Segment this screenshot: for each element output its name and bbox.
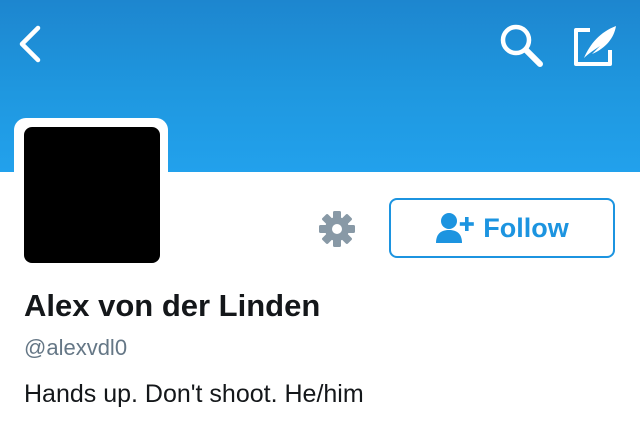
compose-tweet-button[interactable] <box>570 20 622 72</box>
chevron-left-icon <box>19 25 41 63</box>
back-button[interactable] <box>12 20 52 68</box>
profile-handle: @alexvdl0 <box>24 335 128 360</box>
search-button[interactable] <box>496 20 548 72</box>
follow-button[interactable]: Follow <box>389 198 615 258</box>
avatar[interactable] <box>24 127 160 263</box>
compose-tweet-icon <box>574 26 616 66</box>
profile-settings-button[interactable] <box>316 208 358 250</box>
profile-bio: Hands up. Don't shoot. He/him <box>24 380 364 408</box>
profile-name: Alex von der Linden <box>24 288 321 323</box>
search-icon <box>500 24 543 67</box>
follow-button-label: Follow <box>483 212 569 243</box>
gear-icon <box>319 211 355 247</box>
add-user-icon <box>436 213 475 243</box>
